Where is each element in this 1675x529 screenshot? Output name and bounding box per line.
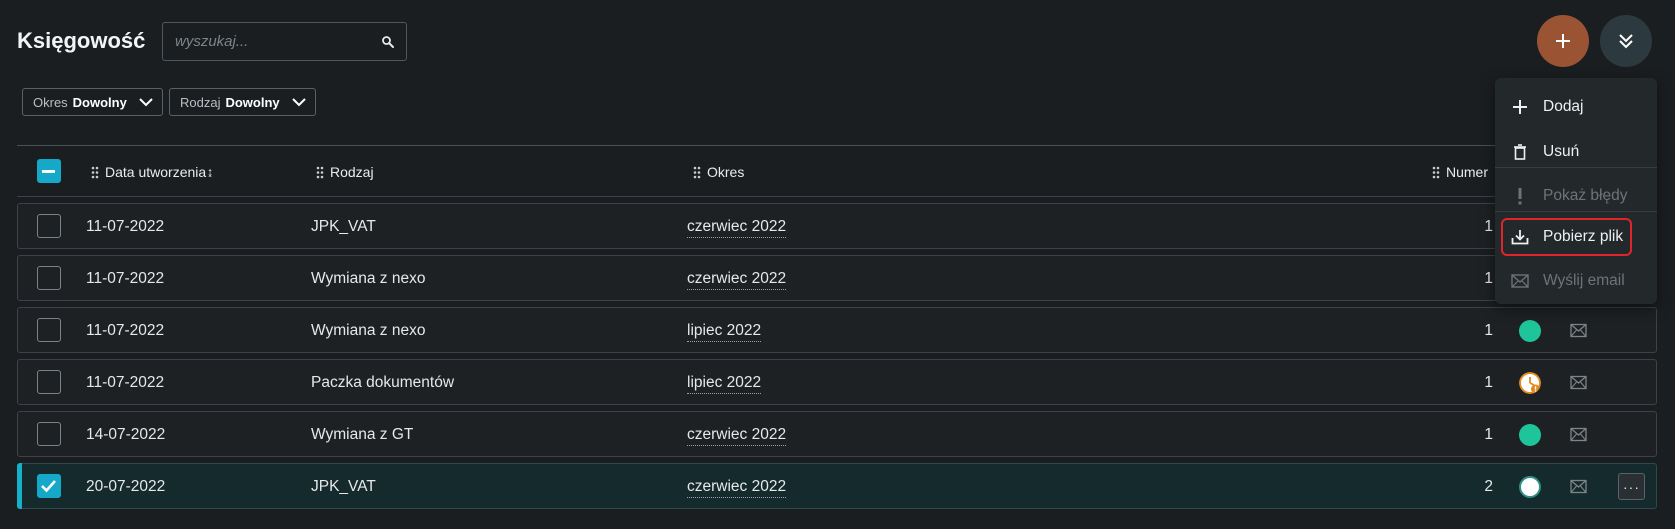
menu-separator [1495, 167, 1657, 168]
cell-period[interactable]: lipiec 2022 [687, 322, 762, 342]
row-checkbox[interactable] [37, 422, 61, 446]
cell-date: 11-07-2022 [86, 270, 165, 287]
menu-item-download-file[interactable]: Pobierz plik [1501, 218, 1632, 256]
mail-icon[interactable] [1570, 323, 1587, 338]
table-row[interactable]: 20-07-2022 JPK_VAT czerwiec 2022 2 ··· [17, 463, 1657, 509]
menu-item-send-email: Wyślij email [1503, 262, 1649, 300]
status-new-icon[interactable] [1519, 476, 1541, 498]
table-row[interactable]: 11-07-2022 Wymiana z nexo czerwiec 2022 1 [17, 255, 1657, 301]
cell-type: JPK_VAT [311, 218, 376, 235]
status-pending-warning-icon[interactable] [1519, 372, 1541, 394]
column-label: Okres [707, 164, 745, 180]
plus-icon [1556, 34, 1570, 48]
search-input[interactable] [175, 23, 375, 60]
menu-separator [1495, 211, 1657, 212]
row-more-button[interactable]: ··· [1618, 473, 1645, 500]
cell-period[interactable]: czerwiec 2022 [687, 218, 787, 238]
mail-icon[interactable] [1570, 427, 1587, 442]
menu-item-label: Pokaż błędy [1543, 187, 1628, 204]
actions-menu-button[interactable] [1600, 15, 1652, 67]
filter-okres[interactable]: Okres Dowolny [22, 88, 163, 116]
menu-item-label: Wyślij email [1543, 272, 1625, 289]
cell-number: 1 [1484, 374, 1493, 391]
drag-handle-icon[interactable] [91, 166, 99, 179]
search-icon[interactable] [380, 34, 396, 50]
table-row[interactable]: 11-07-2022 JPK_VAT czerwiec 2022 1 [17, 203, 1657, 249]
cell-period[interactable]: czerwiec 2022 [687, 478, 787, 498]
selection-indicator [17, 463, 22, 509]
cell-type: Wymiana z GT [311, 426, 414, 443]
cell-number: 1 [1484, 218, 1493, 235]
cell-period[interactable]: czerwiec 2022 [687, 270, 787, 290]
cell-date: 14-07-2022 [86, 426, 166, 443]
add-button[interactable] [1537, 15, 1589, 67]
sort-icon[interactable]: ↨ [207, 165, 213, 179]
cell-number: 2 [1484, 478, 1493, 495]
column-header-date[interactable]: Data utworzenia ↨ [91, 164, 213, 180]
status-success-icon[interactable] [1519, 320, 1541, 342]
drag-handle-icon[interactable] [1432, 166, 1440, 179]
select-all-checkbox[interactable] [37, 159, 61, 183]
cell-period[interactable]: czerwiec 2022 [687, 426, 787, 446]
menu-item-label: Usuń [1543, 143, 1580, 160]
mail-icon[interactable] [1570, 375, 1587, 390]
mail-icon[interactable] [1570, 479, 1587, 494]
row-checkbox[interactable] [37, 318, 61, 342]
page-title: Księgowość [17, 28, 146, 53]
column-label: Numer [1446, 164, 1489, 180]
cell-date: 11-07-2022 [86, 322, 165, 339]
column-label: Data utworzenia [105, 164, 207, 180]
cell-type: JPK_VAT [311, 478, 376, 495]
cell-number: 1 [1484, 426, 1493, 443]
table-divider [17, 196, 1657, 197]
mail-icon [1511, 272, 1529, 290]
table-header: Data utworzenia ↨ Rodzaj Okres Numer [17, 146, 1657, 196]
chevron-down-icon [139, 98, 153, 107]
cell-date: 11-07-2022 [86, 218, 165, 235]
filter-label: Rodzaj [180, 94, 221, 110]
cell-number: 1 [1484, 270, 1493, 287]
row-checkbox[interactable] [37, 370, 61, 394]
plus-icon [1511, 98, 1529, 116]
checkmark-icon [41, 480, 56, 493]
menu-item-add[interactable]: Dodaj [1503, 88, 1649, 126]
filter-value: Dowolny [225, 94, 280, 110]
row-checkbox[interactable] [37, 214, 61, 238]
table-row[interactable]: 11-07-2022 Wymiana z nexo lipiec 2022 1 [17, 307, 1657, 353]
trash-icon [1511, 143, 1529, 161]
status-success-icon[interactable] [1519, 424, 1541, 446]
table-row[interactable]: 14-07-2022 Wymiana z GT czerwiec 2022 1 [17, 411, 1657, 457]
cell-type: Wymiana z nexo [311, 270, 426, 287]
row-checkbox[interactable] [37, 474, 61, 498]
download-icon [1511, 228, 1529, 246]
cell-number: 1 [1484, 322, 1493, 339]
row-checkbox[interactable] [37, 266, 61, 290]
chevron-down-icon [291, 98, 306, 107]
filter-label: Okres [33, 94, 68, 110]
actions-dropdown-menu: Dodaj Usuń Pokaż błędy Pobierz plik Wyśl… [1495, 78, 1657, 304]
menu-item-delete[interactable]: Usuń [1503, 133, 1649, 171]
drag-handle-icon[interactable] [316, 166, 324, 179]
drag-handle-icon[interactable] [693, 166, 701, 179]
cell-date: 20-07-2022 [86, 478, 166, 495]
menu-item-label: Pobierz plik [1543, 228, 1624, 245]
exclamation-icon [1511, 187, 1529, 205]
cell-type: Wymiana z nexo [311, 322, 426, 339]
filter-value: Dowolny [72, 94, 127, 110]
column-label: Rodzaj [330, 164, 374, 180]
menu-item-show-errors: Pokaż błędy [1503, 177, 1649, 215]
search-box[interactable] [162, 22, 407, 61]
cell-type: Paczka dokumentów [311, 374, 455, 391]
column-header-type[interactable]: Rodzaj [316, 164, 374, 180]
filter-rodzaj[interactable]: Rodzaj Dowolny [169, 88, 316, 116]
menu-item-label: Dodaj [1543, 98, 1584, 115]
column-header-number[interactable]: Numer [1432, 164, 1488, 180]
column-header-period[interactable]: Okres [693, 164, 744, 180]
cell-period[interactable]: lipiec 2022 [687, 374, 762, 394]
table-row[interactable]: 11-07-2022 Paczka dokumentów lipiec 2022 1 [17, 359, 1657, 405]
double-chevron-down-icon [1619, 34, 1633, 49]
cell-date: 11-07-2022 [86, 374, 165, 391]
